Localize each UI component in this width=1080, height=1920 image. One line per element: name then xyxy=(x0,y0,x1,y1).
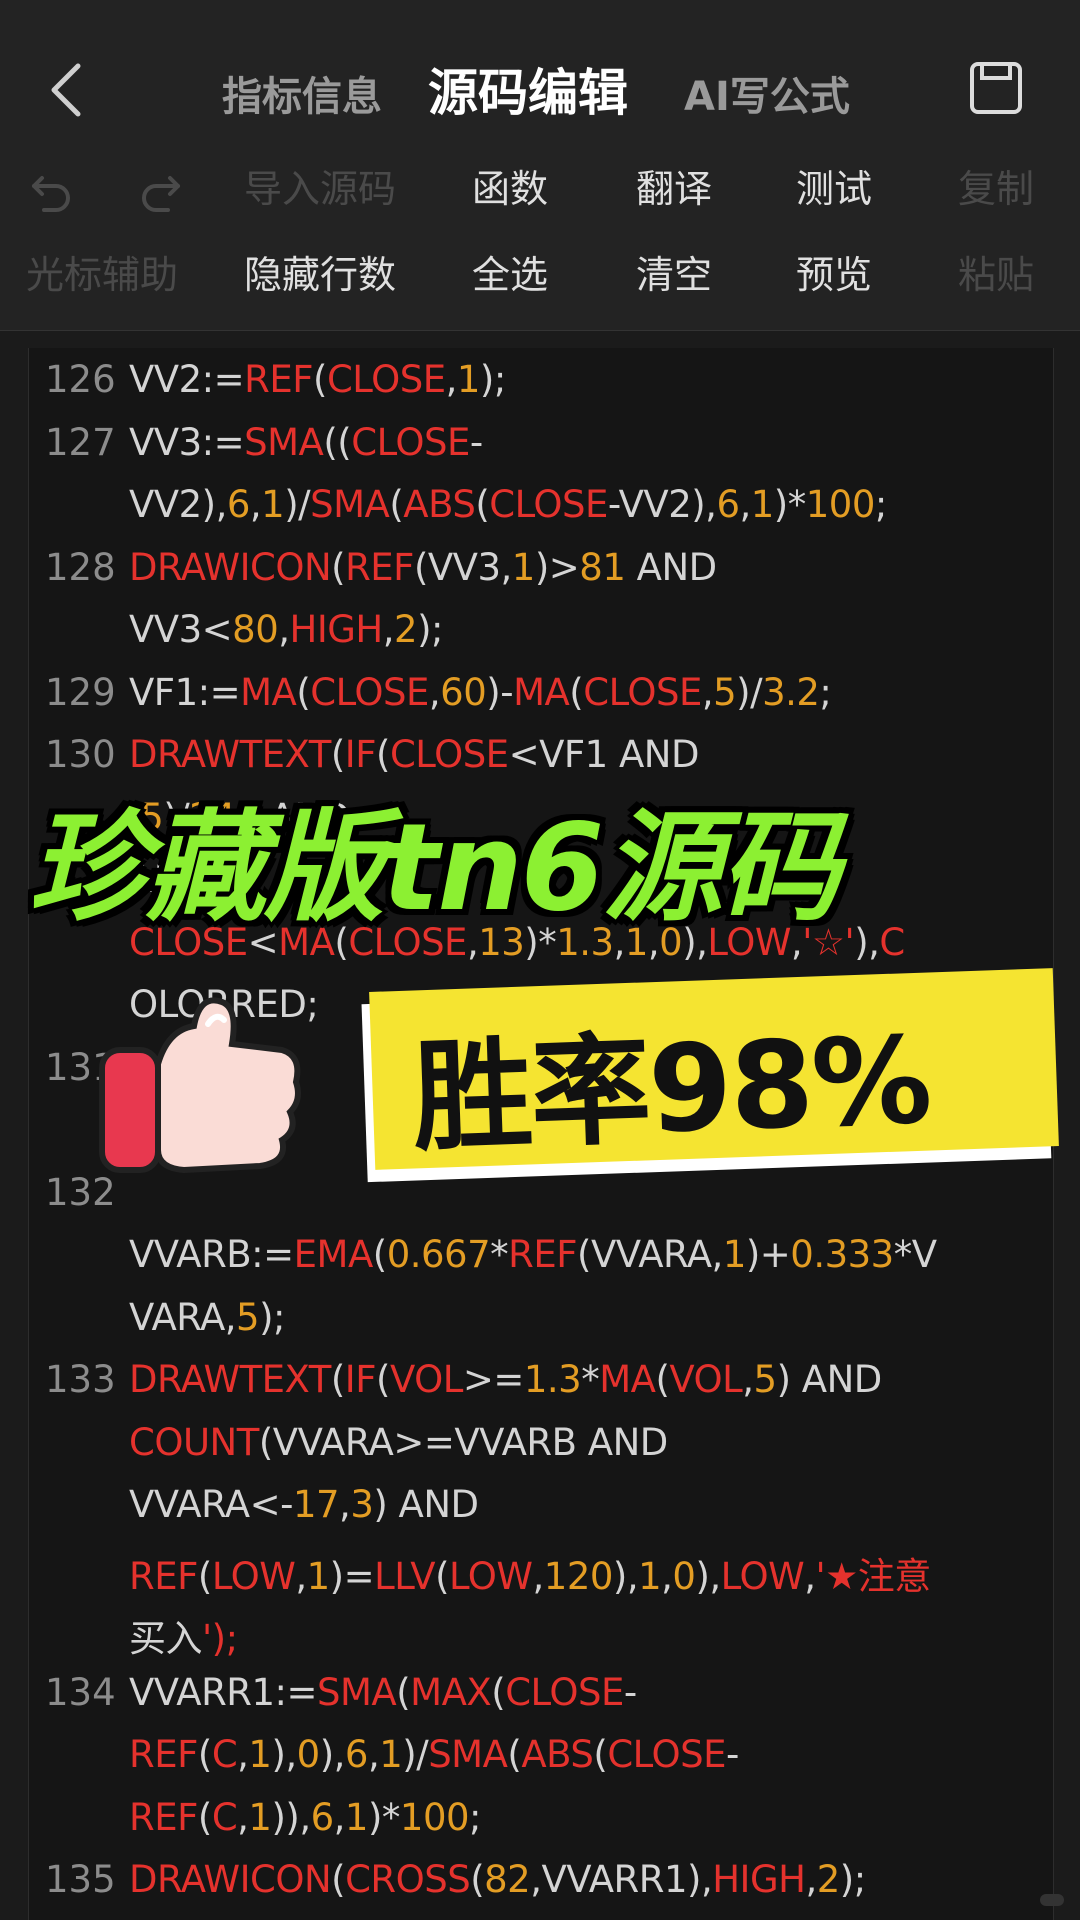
code-line[interactable]: VVARA<-17,3) AND xyxy=(129,1483,1049,1526)
top-header: 指标信息 源码编辑 AI写公式 导入源码 函数 翻译 测试 复制 光标辅助 隐藏… xyxy=(0,0,1080,331)
line-number: 129 xyxy=(45,670,116,714)
code-line[interactable]: VV3:=SMA((CLOSE- xyxy=(129,421,1049,464)
undo-icon[interactable] xyxy=(26,164,76,214)
tab-source-edit[interactable]: 源码编辑 xyxy=(428,58,628,128)
paste-button[interactable]: 粘贴 xyxy=(958,240,1034,310)
select-all-button[interactable]: 全选 xyxy=(472,240,548,310)
preview-button[interactable]: 预览 xyxy=(796,240,872,310)
code-line[interactable]: VV2),6,1)/SMA(ABS(CLOSE-VV2),6,1)*100; xyxy=(129,483,1049,526)
code-line[interactable]: VV2:=REF(CLOSE,1); xyxy=(129,358,1049,401)
import-source-button[interactable]: 导入源码 xyxy=(244,154,396,224)
line-number: 128 xyxy=(45,545,116,589)
cursor-assist-button[interactable]: 光标辅助 xyxy=(26,240,178,310)
code-line[interactable]: REF(C,1),0),6,1)/SMA(ABS(CLOSE- xyxy=(129,1733,1049,1776)
line-number: 127 xyxy=(45,420,116,464)
code-line[interactable]: 买入'); xyxy=(129,1608,1049,1662)
line-number: 126 xyxy=(45,358,116,401)
code-line[interactable]: REF(C,1)),6,1)*100; xyxy=(129,1796,1049,1839)
watermark xyxy=(1040,1894,1064,1906)
toolbar-row-2: 光标辅助 隐藏行数 全选 清空 预览 粘贴 xyxy=(0,240,1080,310)
tab-indicator-info[interactable]: 指标信息 xyxy=(222,62,382,132)
win-rate-banner: 胜率98% xyxy=(369,968,1059,1170)
header-tabs: 指标信息 源码编辑 AI写公式 xyxy=(0,62,1080,132)
win-rate-text: 胜率98% xyxy=(410,1011,933,1169)
code-line[interactable]: COUNT(VVARA>=VVARB AND xyxy=(129,1421,1049,1464)
code-line[interactable]: VF1:=MA(CLOSE,60)-MA(CLOSE,5)/3.2; xyxy=(129,671,1049,714)
test-button[interactable]: 测试 xyxy=(796,154,872,224)
line-number: 134 xyxy=(45,1670,116,1714)
code-line[interactable]: REF(LOW,1)=LLV(LOW,120),1,0),LOW,'★注意 xyxy=(129,1546,1049,1600)
translate-button[interactable]: 翻译 xyxy=(636,154,712,224)
save-icon[interactable] xyxy=(968,60,1024,116)
code-line[interactable]: VVARB:=EMA(0.667*REF(VVARA,1)+0.333*V xyxy=(129,1233,1049,1276)
copy-button[interactable]: 复制 xyxy=(958,154,1034,224)
code-line[interactable]: DRAWICON(CROSS(82,VVARR1),HIGH,2); xyxy=(129,1858,1049,1901)
functions-button[interactable]: 函数 xyxy=(472,154,548,224)
code-line[interactable]: VVARR1:=SMA(MAX(CLOSE- xyxy=(129,1671,1049,1714)
toolbar-row-1: 导入源码 函数 翻译 测试 复制 xyxy=(0,154,1080,224)
code-line[interactable]: VARA,5); xyxy=(129,1296,1049,1339)
line-number: 133 xyxy=(45,1358,116,1401)
code-line[interactable]: DRAWTEXT(IF(VOL>=1.3*MA(VOL,5) AND xyxy=(129,1358,1049,1401)
promo-title: 珍藏版tn6源码 xyxy=(28,799,840,938)
thumbs-up-icon xyxy=(99,997,301,1174)
clear-button[interactable]: 清空 xyxy=(636,240,712,310)
line-number: 135 xyxy=(45,1858,116,1901)
code-line[interactable]: VV3<80,HIGH,2); xyxy=(129,608,1049,651)
hide-line-numbers-button[interactable]: 隐藏行数 xyxy=(244,240,396,310)
tab-ai-formula[interactable]: AI写公式 xyxy=(684,62,850,132)
redo-icon[interactable] xyxy=(136,164,186,214)
code-line[interactable]: DRAWICON(REF(VV3,1)>81 AND xyxy=(129,546,1049,589)
